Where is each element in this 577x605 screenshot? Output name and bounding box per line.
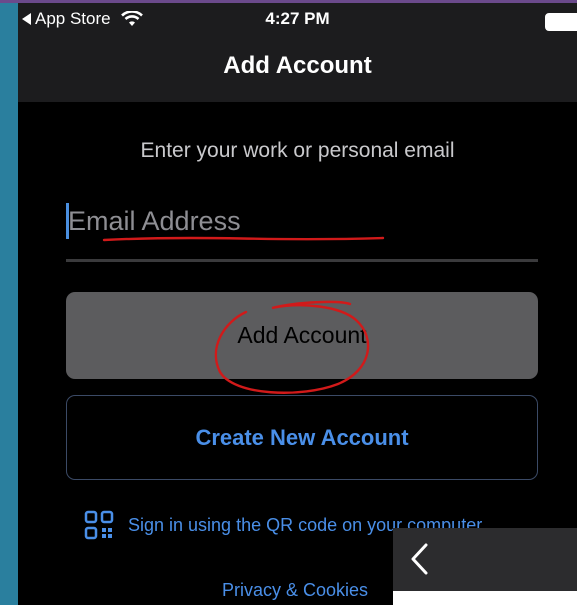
page-title: Add Account bbox=[223, 52, 372, 79]
add-account-button[interactable]: Add Account bbox=[66, 292, 538, 379]
battery-icon bbox=[545, 13, 577, 31]
text-caret bbox=[66, 203, 69, 239]
nav-bar: Add Account bbox=[18, 36, 577, 102]
email-input-divider bbox=[66, 259, 538, 262]
red-annotation-underline bbox=[102, 236, 385, 242]
privacy-cookies-link[interactable]: Privacy & Cookies bbox=[222, 580, 368, 601]
email-prompt: Enter your work or personal email bbox=[140, 139, 455, 162]
qr-code-icon bbox=[84, 510, 114, 540]
overlay-back-button[interactable] bbox=[393, 528, 577, 591]
status-bar: App Store 4:27 PM bbox=[18, 3, 577, 36]
left-edge bbox=[0, 0, 18, 605]
overlay-bottom-bar bbox=[393, 591, 577, 605]
status-time: 4:27 PM bbox=[265, 9, 330, 28]
create-new-account-button[interactable]: Create New Account bbox=[66, 395, 538, 480]
app-screen: App Store 4:27 PM Add Account Enter your… bbox=[0, 0, 577, 605]
chevron-left-icon bbox=[411, 543, 428, 575]
